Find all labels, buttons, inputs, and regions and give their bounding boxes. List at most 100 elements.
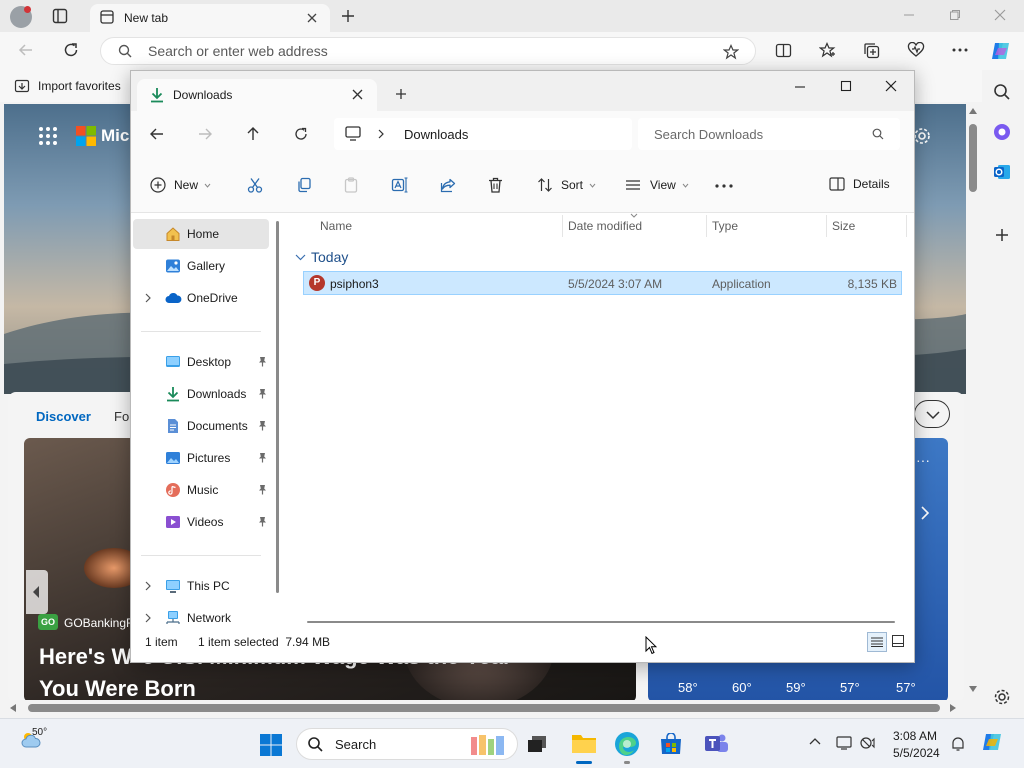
see-more-icon[interactable] bbox=[715, 184, 733, 188]
file-list-hscrollbar[interactable] bbox=[307, 621, 895, 623]
import-favorites-link[interactable]: Import favorites bbox=[38, 79, 121, 93]
details-view-toggle[interactable] bbox=[867, 632, 887, 652]
forward-icon[interactable] bbox=[198, 127, 213, 141]
nav-videos[interactable]: Videos bbox=[133, 507, 269, 537]
page-settings-icon[interactable] bbox=[912, 126, 932, 146]
copilot-icon[interactable] bbox=[990, 40, 1012, 62]
nav-downloads[interactable]: Downloads bbox=[133, 379, 269, 409]
nav-onedrive[interactable]: OneDrive bbox=[133, 283, 269, 313]
share-icon[interactable] bbox=[440, 177, 456, 193]
nav-home[interactable]: Home bbox=[133, 219, 269, 249]
nav-documents[interactable]: Documents bbox=[133, 411, 269, 441]
explorer-tab-downloads[interactable]: Downloads bbox=[137, 79, 377, 111]
column-type[interactable]: Type bbox=[712, 219, 738, 233]
column-separator[interactable] bbox=[906, 215, 907, 237]
expand-chevron-icon[interactable] bbox=[145, 581, 151, 591]
back-icon[interactable] bbox=[149, 127, 164, 141]
tab-new-tab[interactable]: New tab bbox=[90, 4, 330, 32]
outlook-icon[interactable] bbox=[993, 163, 1011, 181]
scroll-thumb[interactable] bbox=[969, 124, 977, 192]
task-view-icon[interactable] bbox=[526, 734, 548, 754]
notification-tray-icon[interactable] bbox=[836, 736, 852, 750]
scroll-thumb[interactable] bbox=[28, 704, 940, 712]
refresh-icon[interactable] bbox=[63, 42, 79, 58]
minimize-icon[interactable] bbox=[903, 9, 915, 21]
copilot-sidebar-icon[interactable] bbox=[993, 123, 1011, 141]
refresh-icon[interactable] bbox=[294, 127, 308, 141]
large-icons-view-icon[interactable] bbox=[892, 635, 904, 647]
column-date-modified[interactable]: Date modified bbox=[568, 219, 642, 233]
weather-widget[interactable]: 50° bbox=[20, 727, 47, 749]
rename-icon[interactable] bbox=[391, 177, 408, 193]
cut-icon[interactable] bbox=[247, 177, 263, 193]
paste-icon[interactable] bbox=[343, 177, 359, 193]
column-name[interactable]: Name bbox=[320, 219, 352, 233]
nav-pane-scrollbar[interactable] bbox=[276, 221, 279, 593]
copy-icon[interactable] bbox=[296, 177, 312, 193]
show-hidden-icons-chevron[interactable] bbox=[809, 737, 821, 745]
page-horizontal-scrollbar[interactable] bbox=[4, 700, 966, 716]
split-screen-icon[interactable] bbox=[775, 42, 792, 59]
sort-button[interactable]: Sort bbox=[537, 177, 596, 193]
nav-pictures[interactable]: Pictures bbox=[133, 443, 269, 473]
file-explorer-taskbar-icon[interactable] bbox=[571, 732, 597, 764]
collections-icon[interactable] bbox=[863, 42, 880, 59]
profile-avatar[interactable] bbox=[10, 6, 32, 28]
maximize-icon[interactable] bbox=[840, 80, 852, 92]
app-launcher-icon[interactable] bbox=[38, 126, 58, 146]
browser-essentials-icon[interactable] bbox=[907, 42, 925, 59]
feed-tab-following[interactable]: Fo bbox=[114, 409, 129, 424]
expand-chevron-icon[interactable] bbox=[145, 613, 151, 623]
tab-actions-icon[interactable] bbox=[52, 8, 68, 24]
close-window-icon[interactable] bbox=[885, 80, 897, 92]
favorite-star-icon[interactable] bbox=[723, 44, 739, 60]
back-icon[interactable] bbox=[18, 42, 34, 58]
column-size[interactable]: Size bbox=[832, 219, 855, 233]
sidebar-search-icon[interactable] bbox=[993, 83, 1011, 101]
clock-time[interactable]: 3:08 AM bbox=[893, 729, 937, 743]
group-header-today[interactable]: Today bbox=[295, 249, 348, 265]
feed-expand-button[interactable] bbox=[914, 400, 950, 428]
nav-gallery[interactable]: Gallery bbox=[133, 251, 269, 281]
column-separator[interactable] bbox=[562, 215, 563, 237]
notification-bell-icon[interactable] bbox=[951, 736, 965, 752]
clock-date[interactable]: 5/5/2024 bbox=[893, 746, 940, 760]
new-tab-icon[interactable] bbox=[395, 88, 407, 100]
nav-this-pc[interactable]: This PC bbox=[133, 571, 269, 601]
delete-icon[interactable] bbox=[488, 177, 503, 193]
new-tab-icon[interactable] bbox=[340, 8, 356, 24]
more-options-icon[interactable] bbox=[951, 47, 969, 53]
edge-taskbar-icon[interactable] bbox=[614, 731, 640, 764]
explorer-search-box[interactable]: Search Downloads bbox=[638, 118, 900, 150]
store-taskbar-icon[interactable] bbox=[659, 733, 683, 755]
file-row[interactable]: P psiphon3 5/5/2024 3:07 AM Application … bbox=[303, 271, 902, 295]
close-tab-icon[interactable] bbox=[352, 89, 363, 100]
restore-icon[interactable] bbox=[949, 9, 961, 21]
start-button-icon[interactable] bbox=[260, 734, 282, 756]
expand-chevron-icon[interactable] bbox=[145, 293, 151, 303]
favorites-icon[interactable] bbox=[819, 42, 836, 59]
feed-tab-discover[interactable]: Discover bbox=[36, 409, 91, 424]
breadcrumb-downloads[interactable]: Downloads bbox=[404, 127, 468, 142]
weather-more-icon[interactable]: ··· bbox=[916, 452, 930, 468]
nav-desktop[interactable]: Desktop bbox=[133, 347, 269, 377]
close-tab-icon[interactable] bbox=[306, 12, 318, 24]
breadcrumb[interactable]: Downloads bbox=[334, 118, 632, 150]
teams-taskbar-icon[interactable] bbox=[703, 732, 729, 756]
carousel-prev-button[interactable] bbox=[26, 570, 48, 614]
view-button[interactable]: View bbox=[625, 177, 689, 193]
address-bar[interactable]: Search or enter web address bbox=[100, 37, 756, 65]
close-window-icon[interactable] bbox=[994, 9, 1006, 21]
add-sidebar-app-icon[interactable] bbox=[995, 228, 1009, 242]
network-volume-icon[interactable] bbox=[860, 736, 878, 750]
page-vertical-scrollbar[interactable] bbox=[966, 104, 980, 700]
column-separator[interactable] bbox=[826, 215, 827, 237]
new-button[interactable]: New bbox=[150, 177, 211, 193]
minimize-icon[interactable] bbox=[794, 85, 806, 89]
up-icon[interactable] bbox=[246, 126, 260, 141]
nav-music[interactable]: Music bbox=[133, 475, 269, 505]
weather-next-icon[interactable] bbox=[920, 506, 930, 520]
taskbar-search-box[interactable]: Search bbox=[296, 728, 518, 760]
details-pane-button[interactable]: Details bbox=[829, 177, 890, 191]
sidebar-settings-icon[interactable] bbox=[993, 688, 1011, 706]
